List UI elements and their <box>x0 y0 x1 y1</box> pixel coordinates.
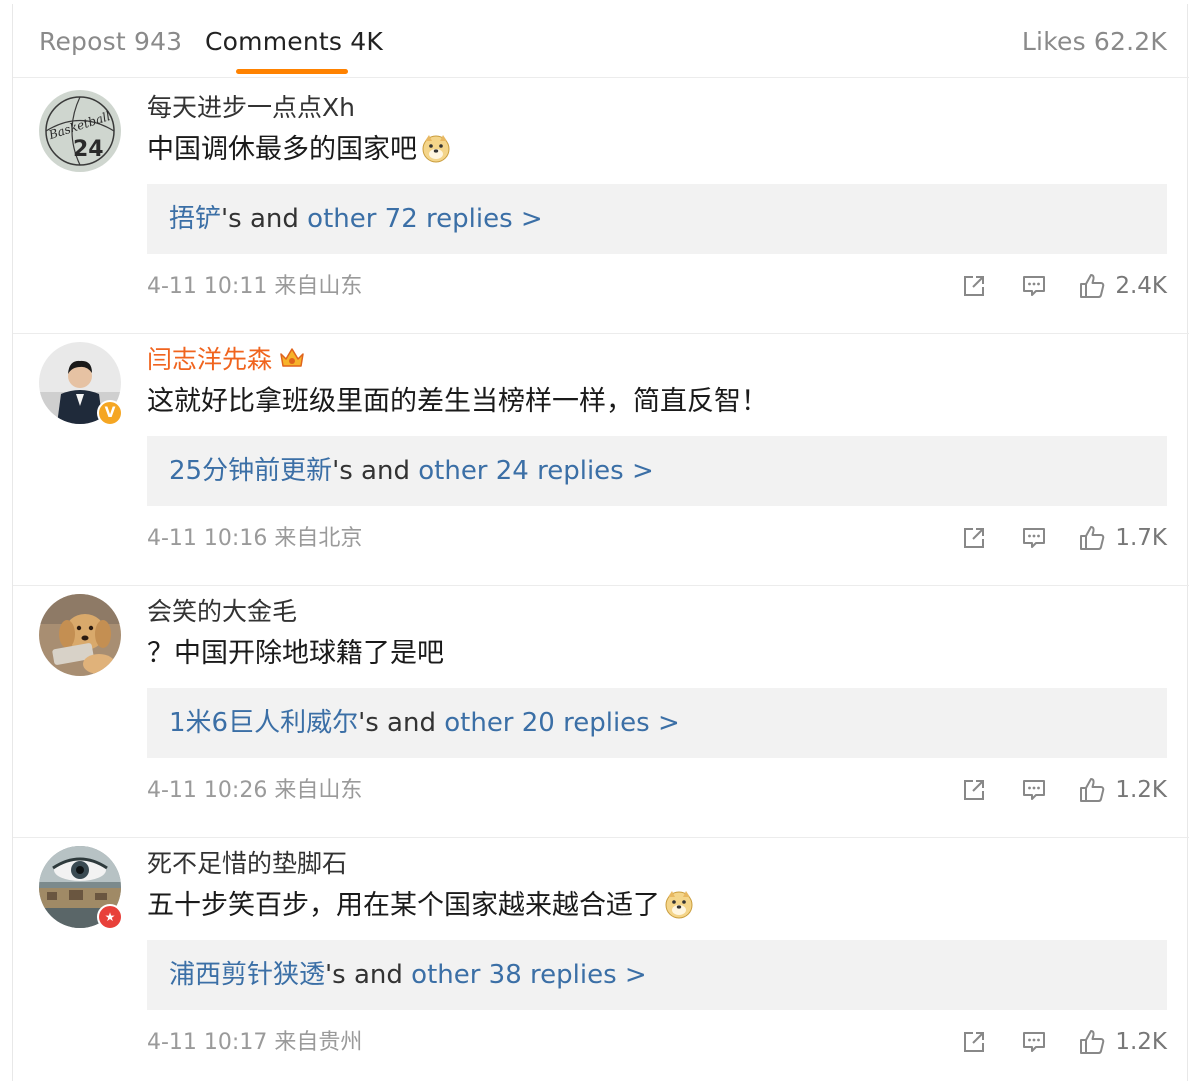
like-count: 1.2K <box>1115 1029 1167 1055</box>
repost-icon[interactable] <box>959 271 989 301</box>
like-icon[interactable] <box>1077 1027 1107 1057</box>
comment-icon[interactable] <box>1019 1027 1049 1057</box>
like-icon[interactable] <box>1077 271 1107 301</box>
replies-box[interactable]: 捂铲's and other 72 replies > <box>147 184 1167 254</box>
like-count: 1.2K <box>1115 777 1167 803</box>
more-replies-link[interactable]: other 38 replies > <box>411 960 647 990</box>
comment-text-row: 中国调休最多的国家吧 <box>147 132 451 173</box>
like-count: 1.7K <box>1115 525 1167 551</box>
more-replies-link[interactable]: other 24 replies > <box>418 456 654 486</box>
like-count: 2.4K <box>1115 273 1167 299</box>
repost-icon[interactable] <box>959 523 989 553</box>
avatar-golden-retriever-image <box>39 594 121 676</box>
reply-joiner: 's and <box>358 708 445 738</box>
member-badge-icon: ★ <box>97 904 123 930</box>
comment-username[interactable]: 每天进步一点点Xh <box>147 92 355 124</box>
comment-time: 4-11 10:16 <box>147 526 268 551</box>
more-replies-link[interactable]: other 20 replies > <box>444 708 680 738</box>
doge-emoji-icon <box>421 133 451 173</box>
repost-icon[interactable] <box>959 1027 989 1057</box>
comment-time: 4-11 10:17 <box>147 1030 268 1055</box>
comment-actions: 2.4K <box>959 268 1167 304</box>
comment-username[interactable]: 会笑的大金毛 <box>147 596 297 628</box>
tab-bar: Repost 943 Comments 4K Likes 62.2K <box>13 4 1189 78</box>
reply-username[interactable]: 25分钟前更新 <box>169 456 332 486</box>
comment-meta: 4-11 10:17 来自贵州 <box>147 1028 362 1058</box>
like-icon[interactable] <box>1077 523 1107 553</box>
more-replies-link[interactable]: other 72 replies > <box>307 204 543 234</box>
reply-username[interactable]: 浦西剪针狭透 <box>169 960 325 990</box>
comment-time: 4-11 10:26 <box>147 778 268 803</box>
comment-item: 会笑的大金毛 ？中国开除地球籍了是吧 1米6巨人利威尔's and other … <box>13 586 1189 838</box>
comment-icon[interactable] <box>1019 523 1049 553</box>
tab-repost[interactable]: Repost 943 <box>39 26 182 58</box>
comments-panel: Repost 943 Comments 4K Likes 62.2K Baske… <box>12 4 1189 1081</box>
replies-box[interactable]: 1米6巨人利威尔's and other 20 replies > <box>147 688 1167 758</box>
comment-meta: 4-11 10:16 来自北京 <box>147 524 362 554</box>
comment-actions: 1.2K <box>959 1024 1167 1060</box>
replies-box[interactable]: 浦西剪针狭透's and other 38 replies > <box>147 940 1167 1010</box>
comment-icon[interactable] <box>1019 271 1049 301</box>
tab-likes[interactable]: Likes 62.2K <box>1022 26 1167 58</box>
reply-joiner: 's and <box>332 456 419 486</box>
comment-location: 来自贵州 <box>274 1030 363 1055</box>
reply-username[interactable]: 1米6巨人利威尔 <box>169 708 358 738</box>
avatar-text-line2: 24 <box>73 137 104 162</box>
comment-text-row: 五十步笑百步，用在某个国家越来越合适了 <box>147 888 694 929</box>
comment-actions: 1.7K <box>959 520 1167 556</box>
reply-username[interactable]: 捂铲 <box>169 204 221 234</box>
comment-username-row: 闫志洋先森 <box>147 344 306 378</box>
comment-text: 中国调休最多的国家吧 <box>147 134 417 165</box>
like-icon[interactable] <box>1077 775 1107 805</box>
verified-badge-icon: V <box>97 400 123 426</box>
comment-item: Basketball 24 每天进步一点点Xh 中国调休最多的国家吧 捂铲's … <box>13 82 1189 334</box>
comment-username[interactable]: 死不足惜的垫脚石 <box>147 848 347 880</box>
reply-joiner: 's and <box>325 960 412 990</box>
comment-item: ★ 死不足惜的垫脚石 五十步笑百步，用在某个国家越来越合适了 浦西剪针狭透's … <box>13 838 1189 1081</box>
active-tab-indicator <box>236 69 348 74</box>
doge-emoji-icon <box>664 889 694 929</box>
comment-location: 来自山东 <box>274 778 363 803</box>
comment-text: ？中国开除地球籍了是吧 <box>147 638 444 669</box>
comment-time: 4-11 10:11 <box>147 274 268 299</box>
replies-box[interactable]: 25分钟前更新's and other 24 replies > <box>147 436 1167 506</box>
avatar-basketball-image: Basketball 24 <box>39 90 121 172</box>
repost-icon[interactable] <box>959 775 989 805</box>
avatar[interactable]: Basketball 24 <box>39 90 121 172</box>
tab-comments[interactable]: Comments 4K <box>205 26 383 58</box>
comment-text: 五十步笑百步，用在某个国家越来越合适了 <box>147 890 660 921</box>
comment-location: 来自北京 <box>274 526 363 551</box>
comment-location: 来自山东 <box>274 274 363 299</box>
comment-text: 这就好比拿班级里面的差生当榜样一样，简直反智！ <box>147 386 768 417</box>
comment-item: V 闫志洋先森 这就好比拿班级里面的差生当榜样一样，简直反智！ 25分钟前更新'… <box>13 334 1189 586</box>
avatar[interactable] <box>39 594 121 676</box>
comment-meta: 4-11 10:26 来自山东 <box>147 776 362 806</box>
comment-meta: 4-11 10:11 来自山东 <box>147 272 362 302</box>
vip-crown-icon <box>278 346 306 378</box>
comment-actions: 1.2K <box>959 772 1167 808</box>
comment-icon[interactable] <box>1019 775 1049 805</box>
comment-username[interactable]: 闫志洋先森 <box>147 345 272 374</box>
reply-joiner: 's and <box>221 204 308 234</box>
